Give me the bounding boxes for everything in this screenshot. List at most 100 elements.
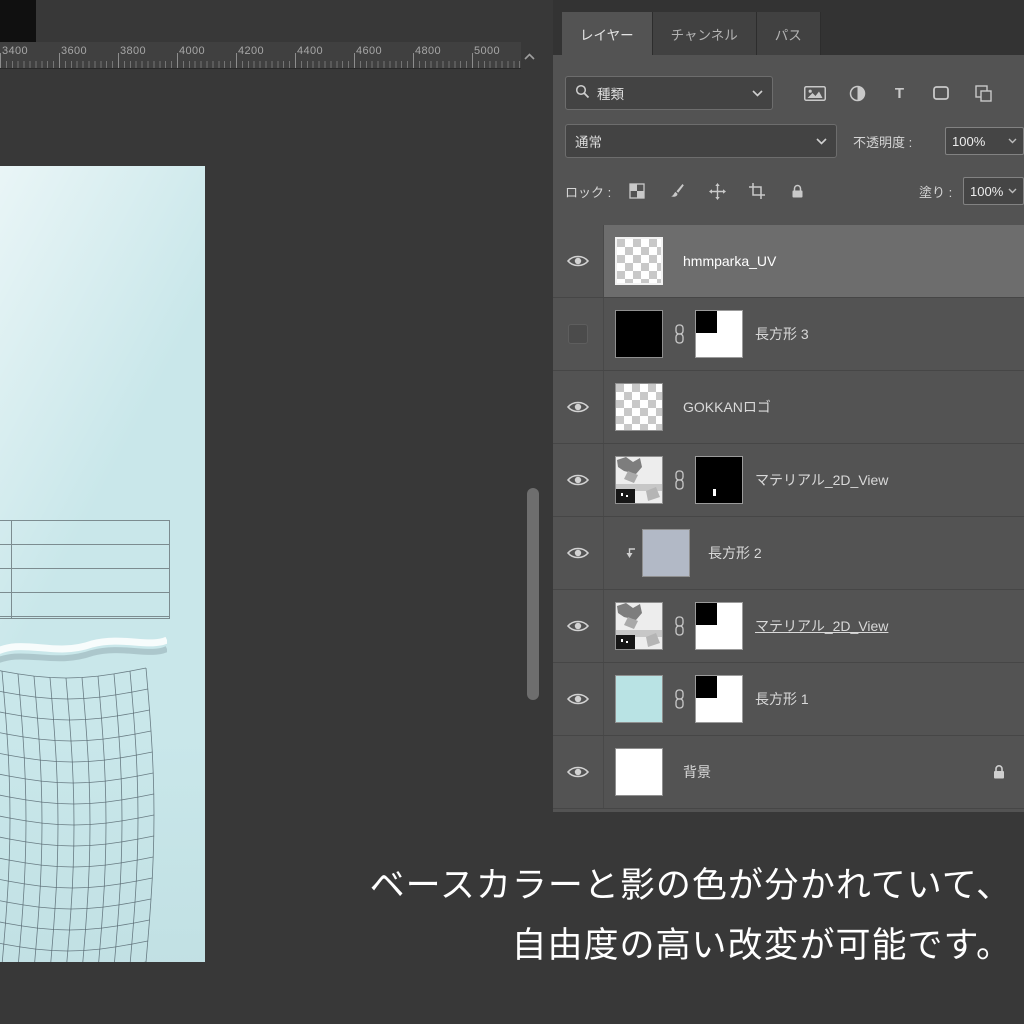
visibility-toggle[interactable]: [553, 371, 604, 443]
layer-thumbnail[interactable]: [615, 748, 663, 796]
layer-name[interactable]: GOKKANロゴ: [683, 397, 771, 417]
layer-thumbnail[interactable]: [615, 456, 663, 504]
visibility-toggle[interactable]: [553, 225, 604, 297]
lock-position-move-icon[interactable]: [707, 181, 727, 201]
layer-mask-thumbnail[interactable]: [695, 675, 743, 723]
chevron-down-icon: [752, 89, 763, 97]
layer-filter-buttons: T: [803, 76, 995, 110]
svg-text:T: T: [894, 85, 903, 101]
ruler-label: 4000: [179, 45, 206, 57]
layer-thumbnail[interactable]: [615, 310, 663, 358]
layer-row-rect3[interactable]: 長方形 3: [553, 298, 1024, 371]
document-canvas[interactable]: [0, 166, 205, 962]
link-icon: [663, 616, 695, 636]
filter-kind-label: 種類: [597, 87, 624, 102]
pixel-layer-filter-icon[interactable]: [803, 81, 827, 105]
eye-icon: [567, 620, 589, 632]
lock-artboard-icon[interactable]: [747, 181, 767, 201]
horizontal-ruler[interactable]: 3400 3600 3800 4000 4200 4400 4600 4800 …: [0, 42, 521, 69]
layer-thumbnail[interactable]: [615, 602, 663, 650]
layer-mask-thumbnail[interactable]: [695, 602, 743, 650]
canvas-vertical-scrollbar[interactable]: [527, 488, 539, 700]
layer-thumbnail[interactable]: [615, 675, 663, 723]
tab-layers[interactable]: レイヤー: [562, 12, 653, 55]
ruler-label: 4800: [415, 45, 442, 57]
layer-mask-thumbnail[interactable]: [695, 456, 743, 504]
layer-list: hmmparka_UV 長方形 3 GOKKANロゴ マテリアル_2D_View…: [553, 225, 1024, 809]
opacity-field[interactable]: 100%: [945, 127, 1024, 155]
tab-channels[interactable]: チャンネル: [652, 12, 757, 55]
background-lock-icon: [992, 764, 1006, 780]
ruler-label: 4600: [356, 45, 383, 57]
visibility-toggle[interactable]: [553, 663, 604, 735]
layer-name[interactable]: 背景: [683, 762, 711, 782]
eye-icon: [567, 401, 589, 413]
opacity-label: 不透明度 :: [853, 134, 913, 150]
layer-row-hmmparka-uv[interactable]: hmmparka_UV: [553, 225, 1024, 298]
layer-name[interactable]: hmmparka_UV: [683, 253, 776, 269]
layers-panel: レイヤー チャンネル パス 種類 T 通常 不透明度: 100% ロック: …: [553, 0, 1024, 812]
visibility-toggle[interactable]: [553, 517, 604, 589]
fill-field[interactable]: 100%: [963, 177, 1024, 205]
visibility-toggle[interactable]: [553, 736, 604, 808]
ruler-label: 3400: [2, 45, 29, 57]
uv-strap-grid-line: [11, 520, 12, 619]
link-icon: [663, 470, 695, 490]
caption-line-1: ベースカラーと影の色が分かれていて、: [369, 866, 1012, 905]
caption-line-2: 自由度の高い改変が可能です。: [511, 926, 1012, 965]
tab-paths[interactable]: パス: [756, 12, 821, 55]
visibility-toggle[interactable]: [553, 444, 604, 516]
link-icon: [663, 689, 695, 709]
blend-mode-value: 通常: [575, 135, 602, 150]
layer-row-material-2d-view-bottom[interactable]: マテリアル_2D_View: [553, 590, 1024, 663]
uv-wireframe-mesh: [0, 636, 167, 962]
panel-tab-bar: レイヤー チャンネル パス: [553, 0, 1024, 55]
fill-label: 塗り :: [919, 184, 953, 200]
type-layer-filter-icon[interactable]: T: [887, 81, 911, 105]
layer-row-material-2d-view-top[interactable]: マテリアル_2D_View: [553, 444, 1024, 517]
lock-all-icon[interactable]: [787, 181, 807, 201]
layer-name[interactable]: マテリアル_2D_View: [755, 470, 888, 490]
layer-name[interactable]: 長方形 1: [755, 689, 809, 709]
smart-object-filter-icon[interactable]: [971, 81, 995, 105]
eye-icon: [567, 474, 589, 486]
chevron-up-icon[interactable]: [524, 47, 535, 65]
eye-icon: [567, 766, 589, 778]
ruler-label: 5000: [474, 45, 501, 57]
promo-caption: ベースカラーと影の色が分かれていて、 自由度の高い改変が可能です。: [280, 856, 1012, 976]
shape-layer-filter-icon[interactable]: [929, 81, 953, 105]
layer-row-background[interactable]: 背景: [553, 736, 1024, 809]
layer-thumbnail[interactable]: [615, 383, 663, 431]
clipping-mask-arrow-icon: [612, 547, 642, 559]
layer-filter-kind-select[interactable]: 種類: [565, 76, 773, 110]
layer-thumbnail[interactable]: [615, 237, 663, 285]
adjustment-layer-filter-icon[interactable]: [845, 81, 869, 105]
layer-row-rect2[interactable]: 長方形 2: [553, 517, 1024, 590]
layer-name[interactable]: 長方形 2: [708, 543, 762, 563]
lock-buttons: [627, 174, 807, 208]
blend-mode-select[interactable]: 通常: [565, 124, 837, 158]
visibility-toggle[interactable]: [553, 590, 604, 662]
lock-paint-brush-icon[interactable]: [667, 181, 687, 201]
lock-transparency-icon[interactable]: [627, 181, 647, 201]
eye-icon: [567, 255, 589, 267]
ruler-corner-block: [0, 0, 36, 42]
eye-icon: [567, 693, 589, 705]
fill-value: 100%: [970, 183, 1004, 199]
eye-icon: [567, 547, 589, 559]
chevron-down-icon: [1008, 138, 1017, 144]
layer-name[interactable]: マテリアル_2D_View: [755, 616, 888, 636]
photoshop-workspace: 3400 3600 3800 4000 4200 4400 4600 4800 …: [0, 0, 1024, 1024]
layer-row-rect1[interactable]: 長方形 1: [553, 663, 1024, 736]
ruler-label: 4200: [238, 45, 265, 57]
layer-mask-thumbnail[interactable]: [695, 310, 743, 358]
layer-name[interactable]: 長方形 3: [755, 324, 809, 344]
visibility-toggle[interactable]: [553, 298, 604, 370]
ruler-label: 4400: [297, 45, 324, 57]
layer-row-gokkan-logo[interactable]: GOKKANロゴ: [553, 371, 1024, 444]
ruler-label: 3600: [61, 45, 88, 57]
link-icon: [663, 324, 695, 344]
search-icon: [575, 84, 590, 102]
layer-thumbnail[interactable]: [642, 529, 690, 577]
lock-label: ロック :: [565, 184, 612, 200]
